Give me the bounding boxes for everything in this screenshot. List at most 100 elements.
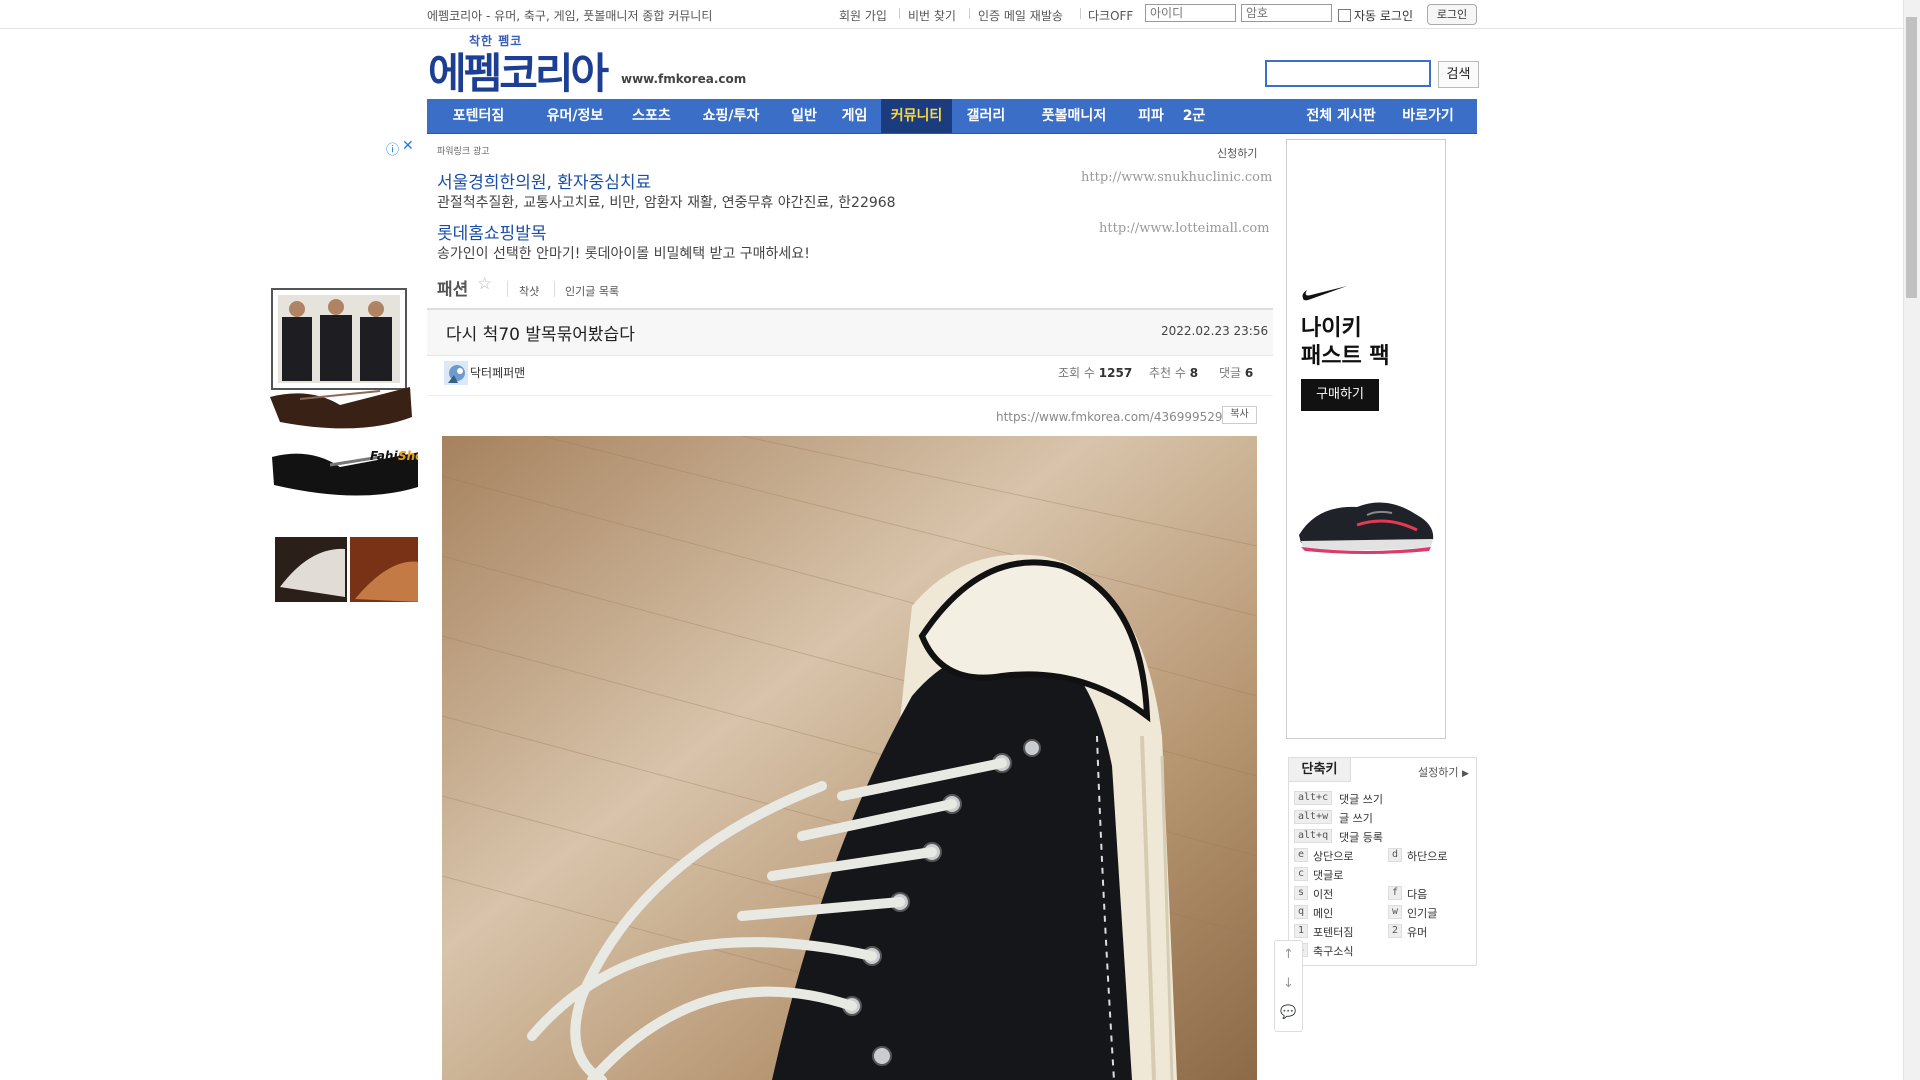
- triangle-right-icon: ▶: [1461, 769, 1469, 779]
- find-password-link[interactable]: 비번 찾기: [908, 7, 956, 24]
- adchoices-icon[interactable]: ⓘ: [386, 139, 399, 158]
- nav-item-second-team[interactable]: 2군: [1174, 99, 1214, 133]
- sneaker-image: [1299, 502, 1434, 554]
- comment-count-label: 댓글: [1219, 366, 1242, 380]
- auto-login-label[interactable]: 자동 로그인: [1354, 7, 1413, 24]
- shortcut-label: 상단으로: [1313, 850, 1354, 863]
- text-ad-url[interactable]: http://www.lotteimall.com: [1099, 221, 1270, 236]
- nav-item-community[interactable]: 커뮤니티: [881, 99, 952, 133]
- shortcut-label: 이전: [1313, 888, 1334, 901]
- like-count: 추천 수 8: [1149, 364, 1198, 381]
- star-icon[interactable]: ☆: [477, 274, 492, 294]
- post-date: 2022.02.23 23:56: [1161, 324, 1269, 338]
- arrow-up-icon[interactable]: ↑: [1275, 947, 1302, 962]
- svg-text:Shop: Shop: [398, 449, 418, 463]
- nav-item-fifa[interactable]: 피파: [1128, 99, 1174, 133]
- search-input[interactable]: [1265, 60, 1431, 87]
- shortcut-key: w: [1388, 905, 1403, 919]
- signup-link[interactable]: 회원 가입: [839, 7, 887, 24]
- view-count-value: 1257: [1098, 366, 1133, 380]
- shortcut-label: 댓글로: [1313, 869, 1344, 882]
- shortcut-key: q: [1294, 905, 1309, 919]
- ad-apply-link[interactable]: 신청하기: [1217, 145, 1257, 161]
- shortcut-label: 메인: [1313, 907, 1334, 920]
- comment-icon[interactable]: 💬: [1275, 1005, 1302, 1020]
- nav-item-humor[interactable]: 유머/정보: [530, 99, 620, 133]
- resend-mail-link[interactable]: 인증 메일 재발송: [978, 7, 1063, 24]
- divider: [427, 395, 1273, 396]
- text-ad-url[interactable]: http://www.snukhuclinic.com: [1081, 170, 1272, 185]
- shortcut-key: alt+c: [1294, 791, 1333, 805]
- shortcut-key: 1: [1294, 924, 1309, 938]
- shortcut-label: 댓글 쓰기: [1339, 793, 1383, 806]
- comment-count-value: 6: [1244, 366, 1254, 380]
- ad-headline: 패스트 팩: [1301, 344, 1390, 369]
- shortcut-label: 다음: [1407, 888, 1428, 901]
- password-input[interactable]: [1241, 4, 1332, 22]
- text-ad-desc: 송가인이 선택한 안마기! 롯데아이몰 비밀혜택 받고 구매하세요!: [437, 246, 810, 262]
- nav-item-general[interactable]: 일반: [779, 99, 829, 133]
- nav-item-all-boards[interactable]: 전체 게시판: [1291, 99, 1391, 133]
- nav-item-football-manager[interactable]: 풋볼매니저: [1020, 99, 1128, 133]
- post-image[interactable]: [442, 436, 1257, 1080]
- board-title[interactable]: 패션: [437, 275, 468, 300]
- nav-item-gallery[interactable]: 갤러리: [952, 99, 1020, 133]
- board-category-link[interactable]: 착샷: [519, 283, 539, 299]
- logo-url: www.fmkorea.com: [621, 72, 747, 86]
- auto-login-checkbox[interactable]: [1338, 9, 1351, 22]
- shortcut-key: alt+w: [1294, 810, 1333, 824]
- shortcut-key: alt+q: [1294, 829, 1333, 843]
- shortcut-key: c: [1294, 867, 1309, 881]
- nav-item-shortcuts[interactable]: 바로가기: [1391, 99, 1465, 133]
- nav-item-poten[interactable]: 포텐터짐: [427, 99, 530, 133]
- shortcut-label: 유머: [1407, 926, 1428, 939]
- avatar[interactable]: [444, 361, 468, 385]
- powerlink-label: 파워링크 광고: [437, 147, 490, 157]
- copy-url-button[interactable]: 복사: [1222, 406, 1257, 424]
- shortcut-label: 축구소식: [1313, 945, 1354, 958]
- text-ad-title[interactable]: 롯데홈쇼핑발목: [437, 219, 546, 244]
- shortcut-label: 댓글 등록: [1339, 831, 1383, 844]
- scrollbar-thumb[interactable]: [1906, 17, 1917, 298]
- site-logo[interactable]: 에펨코리아: [428, 40, 609, 101]
- post-title: 다시 척70 발목묶어봤습다: [446, 325, 635, 345]
- text-ad-desc: 관절척추질환, 교통사고치료, 비만, 암환자 재활, 연중무휴 야간진료, 한…: [437, 195, 896, 211]
- divider: [899, 8, 900, 19]
- shortcut-setting-label[interactable]: 설정하기: [1418, 766, 1458, 779]
- buy-button[interactable]: 구매하기: [1301, 379, 1379, 411]
- shortcut-setting-link[interactable]: 설정하기 ▶: [1418, 764, 1469, 780]
- nike-logo-icon: [1302, 286, 1347, 301]
- divider: [1080, 8, 1081, 19]
- text-ad-title[interactable]: 서울경희한의원, 환자중심치료: [437, 168, 651, 193]
- shortcut-key: 2: [1388, 924, 1403, 938]
- shortcut-title: 단축키: [1289, 758, 1351, 782]
- author-name[interactable]: 닥터페퍼맨: [470, 364, 525, 381]
- shortcut-key: s: [1294, 886, 1309, 900]
- shortcut-label: 하단으로: [1407, 850, 1448, 863]
- right-banner-ad[interactable]: 나이키 패스트 팩 구매하기: [1286, 139, 1446, 739]
- id-input[interactable]: [1145, 4, 1236, 22]
- search-button[interactable]: 검색: [1438, 61, 1479, 88]
- divider: [554, 281, 555, 297]
- site-description: 에펨코리아 - 유머, 축구, 게임, 풋볼매니저 종합 커뮤니티: [427, 9, 713, 23]
- post-url[interactable]: https://www.fmkorea.com/4369995298: [996, 410, 1230, 424]
- popular-list-link[interactable]: 인기글 목록: [565, 283, 619, 299]
- close-icon[interactable]: ✕: [402, 138, 414, 154]
- shortcut-label: 인기글: [1407, 907, 1438, 920]
- left-banner-ad[interactable]: Fahin Shop: [270, 287, 432, 602]
- arrow-down-icon[interactable]: ↓: [1275, 976, 1302, 991]
- floating-nav: ↑ ↓ 💬: [1274, 940, 1303, 1032]
- nav-item-game[interactable]: 게임: [829, 99, 880, 133]
- view-count-label: 조회 수: [1058, 366, 1095, 380]
- main-nav: 포텐터짐 유머/정보 스포츠 쇼핑/투자 일반 게임 커뮤니티 갤러리 풋볼매니…: [427, 99, 1477, 134]
- nav-item-sports[interactable]: 스포츠: [620, 99, 683, 133]
- shortcut-key: e: [1294, 848, 1309, 862]
- divider: [507, 281, 508, 297]
- nav-item-shopping[interactable]: 쇼핑/투자: [683, 99, 779, 133]
- shortcut-label: 글 쓰기: [1339, 812, 1373, 825]
- login-button[interactable]: 로그인: [1427, 4, 1477, 25]
- dark-mode-toggle[interactable]: 다크OFF: [1088, 7, 1133, 24]
- like-count-value: 8: [1189, 366, 1199, 380]
- shortcut-key: d: [1388, 848, 1403, 862]
- like-count-label: 추천 수: [1149, 366, 1186, 380]
